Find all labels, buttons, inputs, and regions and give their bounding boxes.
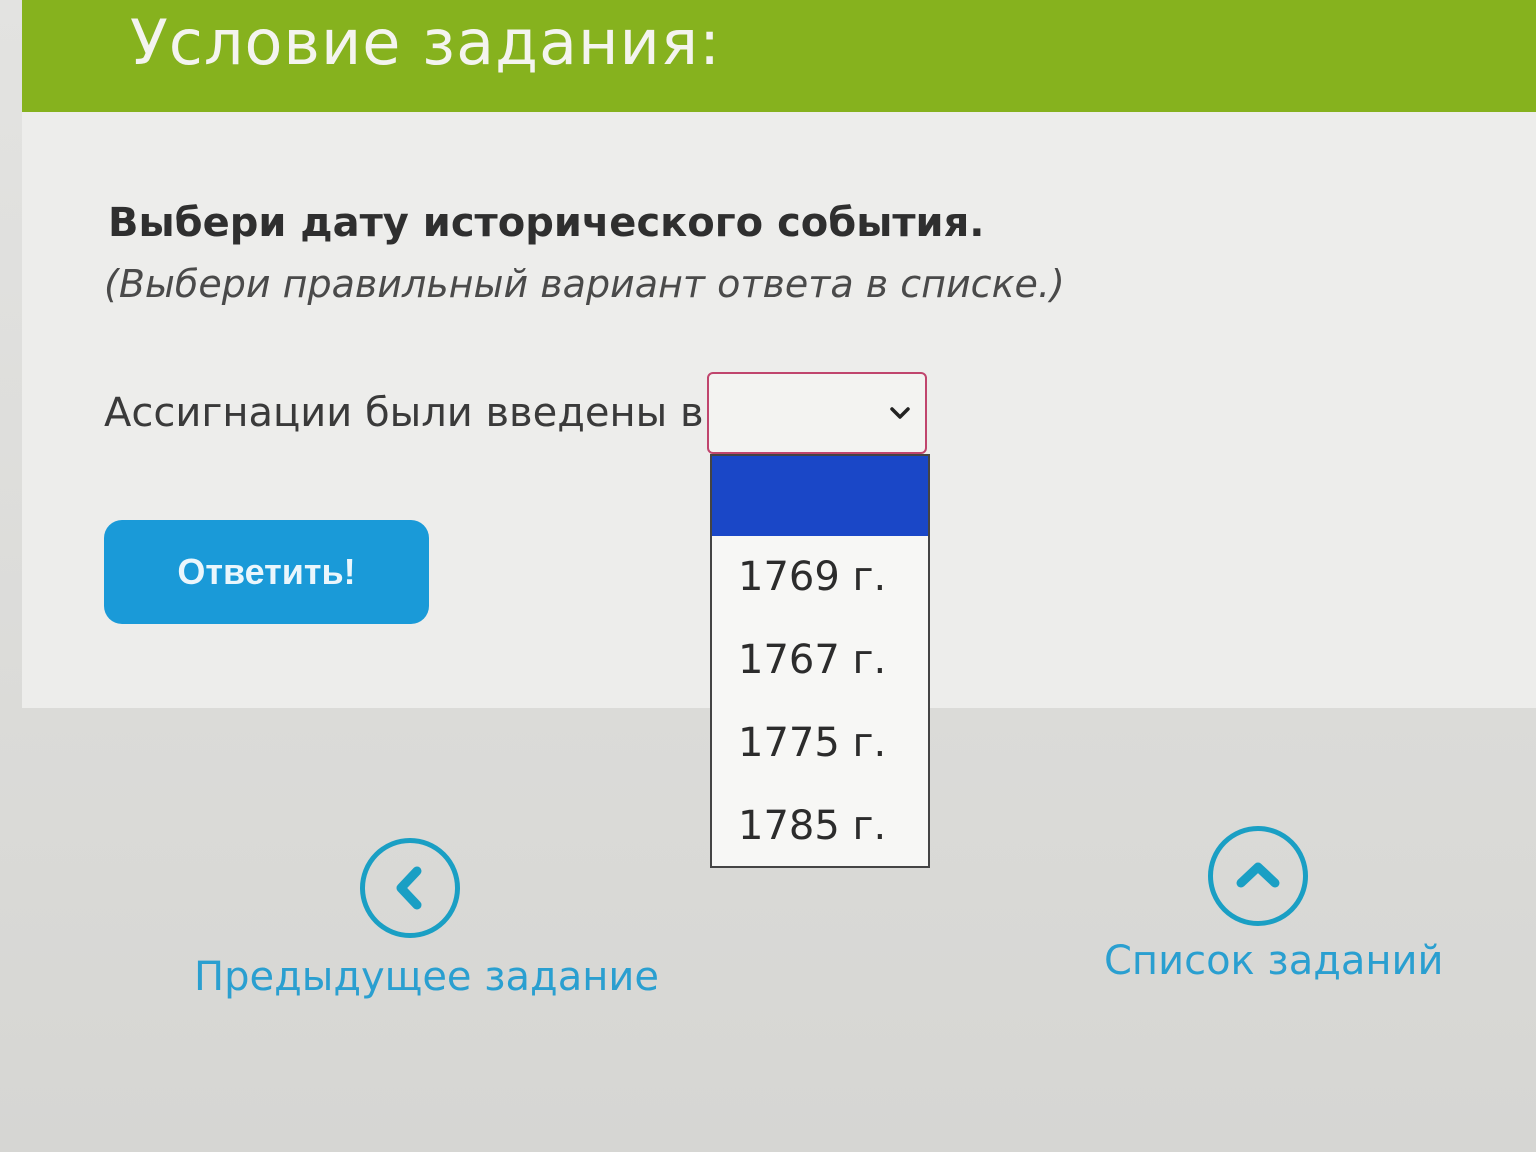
chevron-left-icon[interactable]: [360, 838, 460, 938]
previous-task-link[interactable]: Предыдущее задание: [190, 838, 659, 1008]
dropdown-option-blank[interactable]: [712, 456, 928, 536]
dropdown-option-1775[interactable]: 1775 г.: [712, 702, 928, 785]
chevron-up-icon[interactable]: [1208, 826, 1308, 926]
answer-button[interactable]: Ответить!: [104, 520, 429, 624]
year-dropdown-list: 1769 г. 1767 г. 1775 г. 1785 г.: [710, 454, 930, 868]
task-list-link[interactable]: Список заданий: [1100, 826, 1444, 996]
dropdown-option-1785[interactable]: 1785 г.: [712, 785, 928, 868]
question-text: Ассигнации были введены в: [104, 390, 704, 436]
task-instruction: Выбери дату исторического события.: [108, 200, 985, 246]
task-header: Условие задания:: [22, 0, 1536, 112]
year-select[interactable]: [707, 372, 927, 454]
header-title: Условие задания:: [130, 6, 721, 79]
dropdown-option-1767[interactable]: 1767 г.: [712, 619, 928, 702]
previous-task-label[interactable]: Предыдущее задание: [194, 954, 659, 1000]
dropdown-option-1769[interactable]: 1769 г.: [712, 536, 928, 619]
task-list-label[interactable]: Список заданий: [1104, 938, 1444, 984]
task-hint: (Выбери правильный вариант ответа в спис…: [104, 262, 1065, 306]
chevron-down-icon: [890, 407, 910, 419]
